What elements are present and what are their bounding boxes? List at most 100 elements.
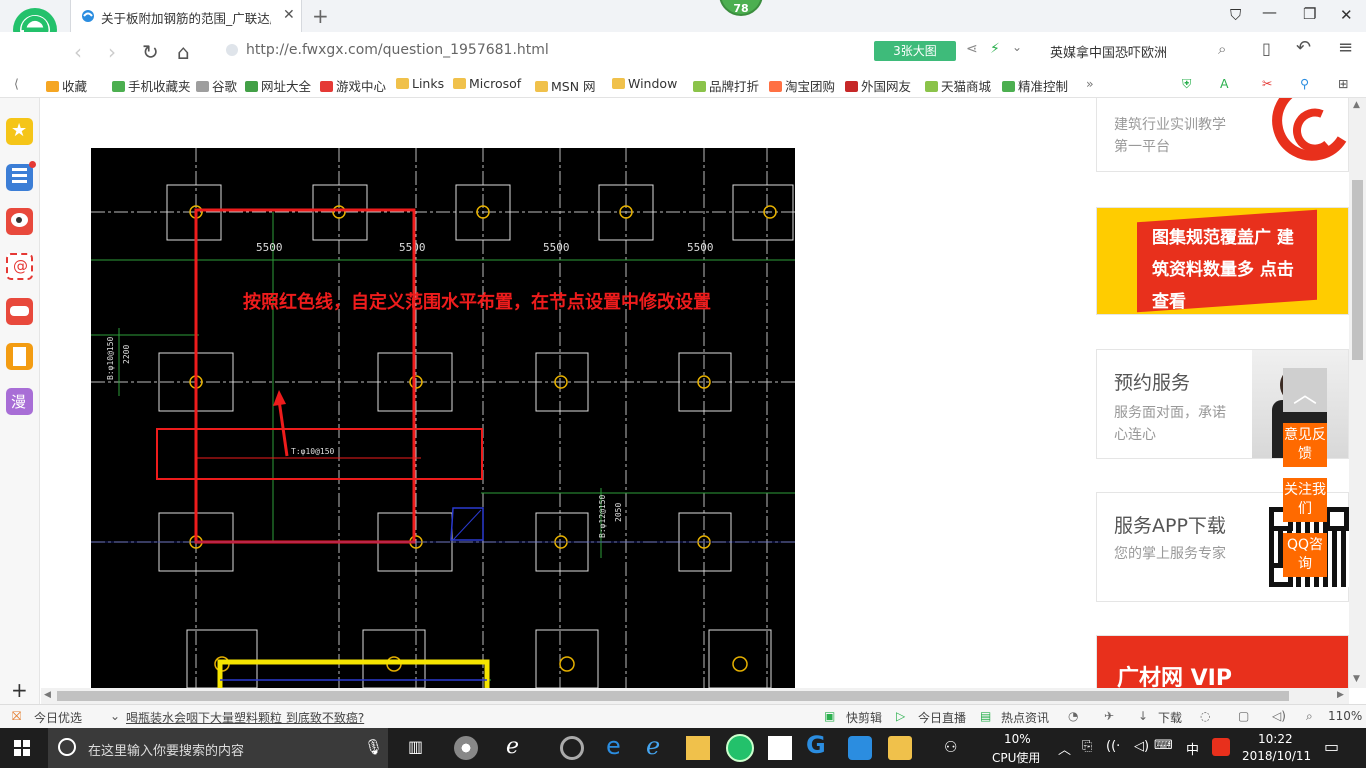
bookmark-item[interactable]: Window [612,76,677,91]
bookmark-item[interactable]: 外国网友 [845,76,911,95]
qq-consult-button[interactable]: QQ咨询 [1283,533,1327,577]
mail-app-icon[interactable] [768,736,792,760]
apps-icon[interactable]: ⊞ [1338,76,1348,91]
undo-icon[interactable]: ↶ [1296,37,1311,58]
magnifier-icon[interactable]: ⚲ [1300,76,1309,91]
bolt-icon[interactable]: ⚡ [990,41,1000,57]
skin-icon[interactable]: ⛉ [1230,6,1241,24]
bookmark-item[interactable]: 收藏 [46,76,87,95]
bookmark-item[interactable]: 精准控制 [1002,76,1068,95]
scroll-right-icon[interactable]: ▶ [1337,690,1344,700]
chevron-down-icon[interactable]: ⌄ [1012,40,1022,54]
news-icon[interactable] [6,161,36,191]
add-sidebar-icon[interactable]: + [11,678,28,702]
bookmark-item[interactable]: 谷歌 [196,76,237,95]
gift-icon[interactable]: ⛝ [12,709,21,724]
scroll-left-icon[interactable]: ◀ [44,690,51,700]
back-to-top-button[interactable]: ︿ [1283,368,1327,412]
360-browser-icon[interactable] [726,734,754,762]
ad-banner-codes[interactable]: 图集规范覆盖广 建筑资料数量多 点击查看 [1096,207,1349,315]
vertical-scrollbar[interactable]: ▲ ▼ [1349,98,1366,688]
maximize-button[interactable]: ❐ [1303,5,1316,23]
ad-card-training[interactable]: 建筑行业实训教学第一平台 [1096,98,1349,172]
scroll-up-icon[interactable]: ▲ [1353,100,1360,110]
windows-start-icon[interactable] [14,740,30,756]
news-link[interactable]: 喝瓶装水会咽下大量塑料颗粒 到底致不致癌? [126,709,364,726]
book-icon[interactable] [6,343,33,370]
ie-edge-icon[interactable]: ℯ [506,734,519,759]
mail-icon[interactable]: @ [6,253,33,280]
favorites-icon[interactable]: ★ [6,118,33,145]
g-app-icon[interactable]: G [806,731,826,759]
share-icon[interactable]: ⋖ [966,41,978,57]
big-image-button[interactable]: 3张大图 [874,41,956,61]
collapse-icon[interactable]: ⟨ [14,76,19,91]
taskbar-search-box[interactable]: 在这里输入你要搜索的内容 🎙 [48,728,388,768]
phone-icon[interactable]: ▯ [1262,39,1271,58]
bookmark-item[interactable]: Microsof [453,76,521,91]
status-item[interactable]: 下载 [1158,709,1182,726]
taskbar-search-placeholder[interactable]: 在这里输入你要搜索的内容 [88,740,244,759]
scroll-thumb[interactable] [1352,180,1363,360]
refresh-icon[interactable]: ↻ [142,40,159,64]
task-view-icon[interactable]: ▥ [408,737,423,756]
url-text[interactable]: http://e.fwxgx.com/question_1957681.html [246,42,549,58]
browser-app-icon[interactable] [560,736,584,760]
comic-icon[interactable]: 漫 [6,388,33,415]
search-input[interactable]: 英媒拿中国恐吓欧洲 [1040,38,1240,64]
sogou-icon[interactable] [1212,738,1230,756]
game-icon[interactable] [6,298,33,325]
back-icon[interactable]: ‹ [74,40,82,64]
bookmark-item[interactable]: MSN 网 [535,76,596,95]
weibo-icon[interactable] [6,208,33,235]
notification-icon[interactable]: ▭ [1324,737,1339,756]
notes-app-icon[interactable] [888,736,912,760]
people-icon[interactable]: ⚇ [944,738,957,756]
ad-banner-gcw[interactable]: 广材网 VIP [1096,635,1349,688]
hot-news-icon[interactable]: ▤ [980,709,991,723]
news-expand-icon[interactable]: ⌄ [110,709,120,723]
edge-icon[interactable]: e [606,732,621,760]
fan-app-icon[interactable] [454,736,478,760]
horizontal-scrollbar[interactable]: ◀ ▶ [41,688,1349,704]
blue-app-icon[interactable] [848,736,872,760]
active-tab[interactable]: 关于板附加钢筋的范围_广联达服 ✕ [70,0,302,32]
home-icon[interactable]: ⌂ [177,40,190,64]
address-bar[interactable]: http://e.fwxgx.com/question_1957681.html [218,37,958,65]
new-tab-button[interactable]: + [312,4,329,28]
microphone-icon[interactable]: 🎙 [364,738,383,756]
ime-indicator[interactable]: 中 [1186,739,1199,758]
tab-close-icon[interactable]: ✕ [283,7,295,23]
bookmark-item[interactable]: Links [396,76,444,91]
scroll-down-icon[interactable]: ▼ [1353,674,1360,684]
status-item[interactable]: 今日直播 [918,709,966,726]
close-window-button[interactable]: ✕ [1340,6,1353,24]
clip-icon[interactable]: ▣ [824,709,835,723]
bookmark-item[interactable]: 网址大全 [245,76,311,95]
scissors-icon[interactable]: ✂ [1262,76,1272,91]
zoom-level[interactable]: 110% [1328,709,1362,723]
forward-icon[interactable]: › [108,40,116,64]
follow-us-button[interactable]: 关注我们 [1283,478,1327,522]
bookmark-item[interactable]: 手机收藏夹 [112,76,191,95]
site-info-icon[interactable] [226,44,238,56]
menu-icon[interactable]: ≡ [1338,37,1353,58]
bookmark-item[interactable]: 淘宝团购 [769,76,835,95]
volume-icon[interactable]: ◁) [1272,709,1286,723]
file-explorer-icon[interactable] [686,736,710,760]
status-item[interactable]: 快剪辑 [846,709,882,726]
ie-icon[interactable]: ℯ [646,732,660,760]
clock-time[interactable]: 10:22 [1258,732,1293,746]
today-pick-label[interactable]: 今日优选 [34,709,82,726]
wifi-icon[interactable]: ((· [1106,739,1120,754]
bookmark-item[interactable]: 游戏中心 [320,76,386,95]
cpu-label[interactable]: CPU使用 [992,749,1040,766]
tray-expand-icon[interactable]: ︿ [1058,739,1071,758]
window-icon[interactable]: ▢ [1238,709,1249,723]
shield-icon[interactable]: ⛨ [1182,76,1191,92]
minimize-button[interactable]: — [1262,3,1277,21]
keyboard-icon[interactable]: ⌨ [1154,738,1173,753]
translate-icon[interactable]: A [1220,76,1229,91]
accelerate-icon[interactable]: ◔ [1068,709,1078,723]
feedback-button[interactable]: 意见反馈 [1283,423,1327,467]
